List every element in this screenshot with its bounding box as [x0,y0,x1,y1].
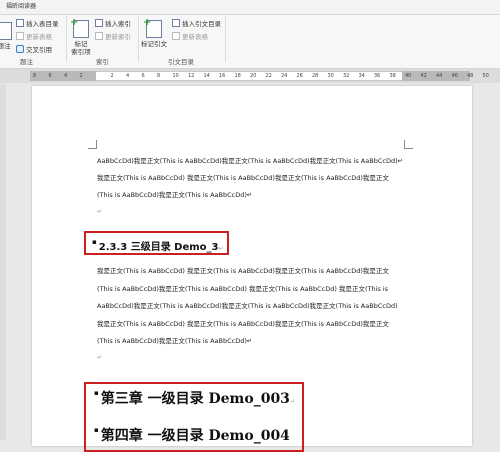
ruler-tick-label: 42 [420,73,427,79]
ribbon-tab-strip: 福昕阅读器 [0,0,500,15]
heading-bullet: ▪ [92,238,97,246]
heading-level3-highlighted[interactable]: ▪ 2.3.3 三级目录 Demo_3↵ [84,231,229,255]
insert-table-of-authorities-button[interactable]: 插入引文目录 [172,18,221,28]
ruler-tick-label: 34 [358,73,365,79]
cross-reference-button[interactable]: 交叉引用 [16,44,52,54]
ruler-tick-label: 12 [188,73,195,79]
ruler-tick-label: 14 [203,73,210,79]
ruler-tick-label: 20 [250,73,257,79]
insert-index-button[interactable]: 插入索引 [95,18,131,28]
mark-entry-icon: + [70,18,89,38]
document-page[interactable]: AaBbCcDd)我是正文(This is AaBbCcDd)我是正文(This… [32,86,472,452]
ruler-tick-label: 22 [265,73,272,79]
ruler-tick-label: 46 [451,73,458,79]
update-authorities-icon [172,32,180,40]
group-separator [138,16,139,62]
ruler-tick-label: 48 [467,73,474,79]
group-label-citation: 引文目录 [168,58,194,66]
ruler-tick-label: 2 [79,73,83,79]
insert-index-icon [95,19,103,27]
heading-bullet: ▪ [94,425,99,434]
update-index-icon [95,32,103,40]
update-table-button[interactable]: 更新表格 [16,31,52,41]
ruler-tick-label: 32 [343,73,350,79]
paragraph-mark: ↵ [218,245,224,252]
body-text-line[interactable]: 我是正文(This is AaBbCcDd) 我是正文(This is AaBb… [97,267,389,275]
group-separator [66,16,67,62]
ruler-left-margin [30,71,96,81]
caption-icon [0,22,12,40]
heading-level1[interactable]: ▪ 第三章 一级目录 Demo_003↵ [94,388,295,408]
heading-level1[interactable]: ▪ 第四章 一级目录 Demo_004 [94,425,290,445]
horizontal-ruler[interactable]: 8 6 4 2 2 4 6 8 10 12 14 16 18 20 22 24 26 28 30 32 34 36 38 40… [0,69,500,83]
update-authorities-button[interactable]: 更新表格 [172,31,208,41]
table-of-figures-icon [16,19,24,27]
ruler-tick-label: 16 [219,73,226,79]
group-label-index: 索引 [96,58,109,66]
group-label-caption: 题注 [20,58,33,66]
ruler-tick-label: 24 [281,73,288,79]
ruler-tick-label: 26 [296,73,303,79]
body-text-line[interactable]: (This is AaBbCcDd)我是正文(This is AaBbCcDd)… [97,191,252,199]
ruler-tick-label: 4 [64,73,68,79]
tab-reader[interactable]: 福昕阅读器 [2,1,40,13]
body-text-line[interactable]: (This is AaBbCcDd)我是正文(This is AaBbCcDd)… [97,285,388,293]
body-text-line[interactable]: AaBbCcDd)我是正文(This is AaBbCcDd)我是正文(This… [97,157,403,165]
insert-caption-button[interactable]: 题注 [0,22,14,50]
ribbon: 福昕阅读器 题注 插入表目录 更新表格 交叉引用 题注 + 标记 索引项 插入索… [0,0,500,69]
ruler-tick-label: 40 [405,73,412,79]
ruler-tick-label: 10 [172,73,179,79]
ruler-tick-label: 50 [482,73,489,79]
cross-reference-icon [16,45,24,53]
ruler-tick-label: 6 [48,73,52,79]
ruler-tick-label: 28 [312,73,319,79]
body-text-line[interactable]: AaBbCcDd)我是正文(This is AaBbCcDd)我是正文(This… [97,302,398,310]
mark-index-entry-button[interactable]: + 标记 索引项 [69,18,93,57]
update-table-icon [16,32,24,40]
body-text-line[interactable]: 我是正文(This is AaBbCcDd) 我是正文(This is AaBb… [97,174,389,182]
body-text-line[interactable]: 我是正文(This is AaBbCcDd) 我是正文(This is AaBb… [97,320,389,328]
margin-corner-mark [88,140,97,149]
ruler-tick-label: 2 [110,73,114,79]
ruler-tick-label: 8 [157,73,161,79]
ruler-tick-label: 38 [389,73,396,79]
heading-level1-highlighted[interactable]: ▪ 第三章 一级目录 Demo_003↵ ▪ 第四章 一级目录 Demo_004 [84,382,304,452]
body-text-line[interactable]: (This is AaBbCcDd)我是正文(This is AaBbCcDd)… [97,337,252,345]
group-separator [225,16,226,62]
heading-bullet: ▪ [94,388,99,397]
ruler-tick-label: 18 [234,73,241,79]
heading-level3-text: 2.3.3 三级目录 Demo_3 [98,242,219,253]
mark-citation-button[interactable]: + 标记引文 [140,18,168,49]
ruler-tick-label: 8 [33,73,37,79]
ruler-tick-label: 4 [126,73,130,79]
mark-citation-icon: + [143,18,162,38]
ruler-tick-label: 44 [436,73,443,79]
paragraph-mark: ↵ [97,208,103,215]
vertical-ruler [0,84,6,440]
ruler-tick-label: 36 [374,73,381,79]
ruler-tick-label: 30 [327,73,334,79]
paragraph-mark: ↵ [97,354,103,361]
update-index-button[interactable]: 更新索引 [95,31,131,41]
insert-table-of-figures-button[interactable]: 插入表目录 [16,18,59,28]
table-of-authorities-icon [172,19,180,27]
margin-corner-mark [404,140,413,149]
ruler-tick-label: 6 [141,73,145,79]
